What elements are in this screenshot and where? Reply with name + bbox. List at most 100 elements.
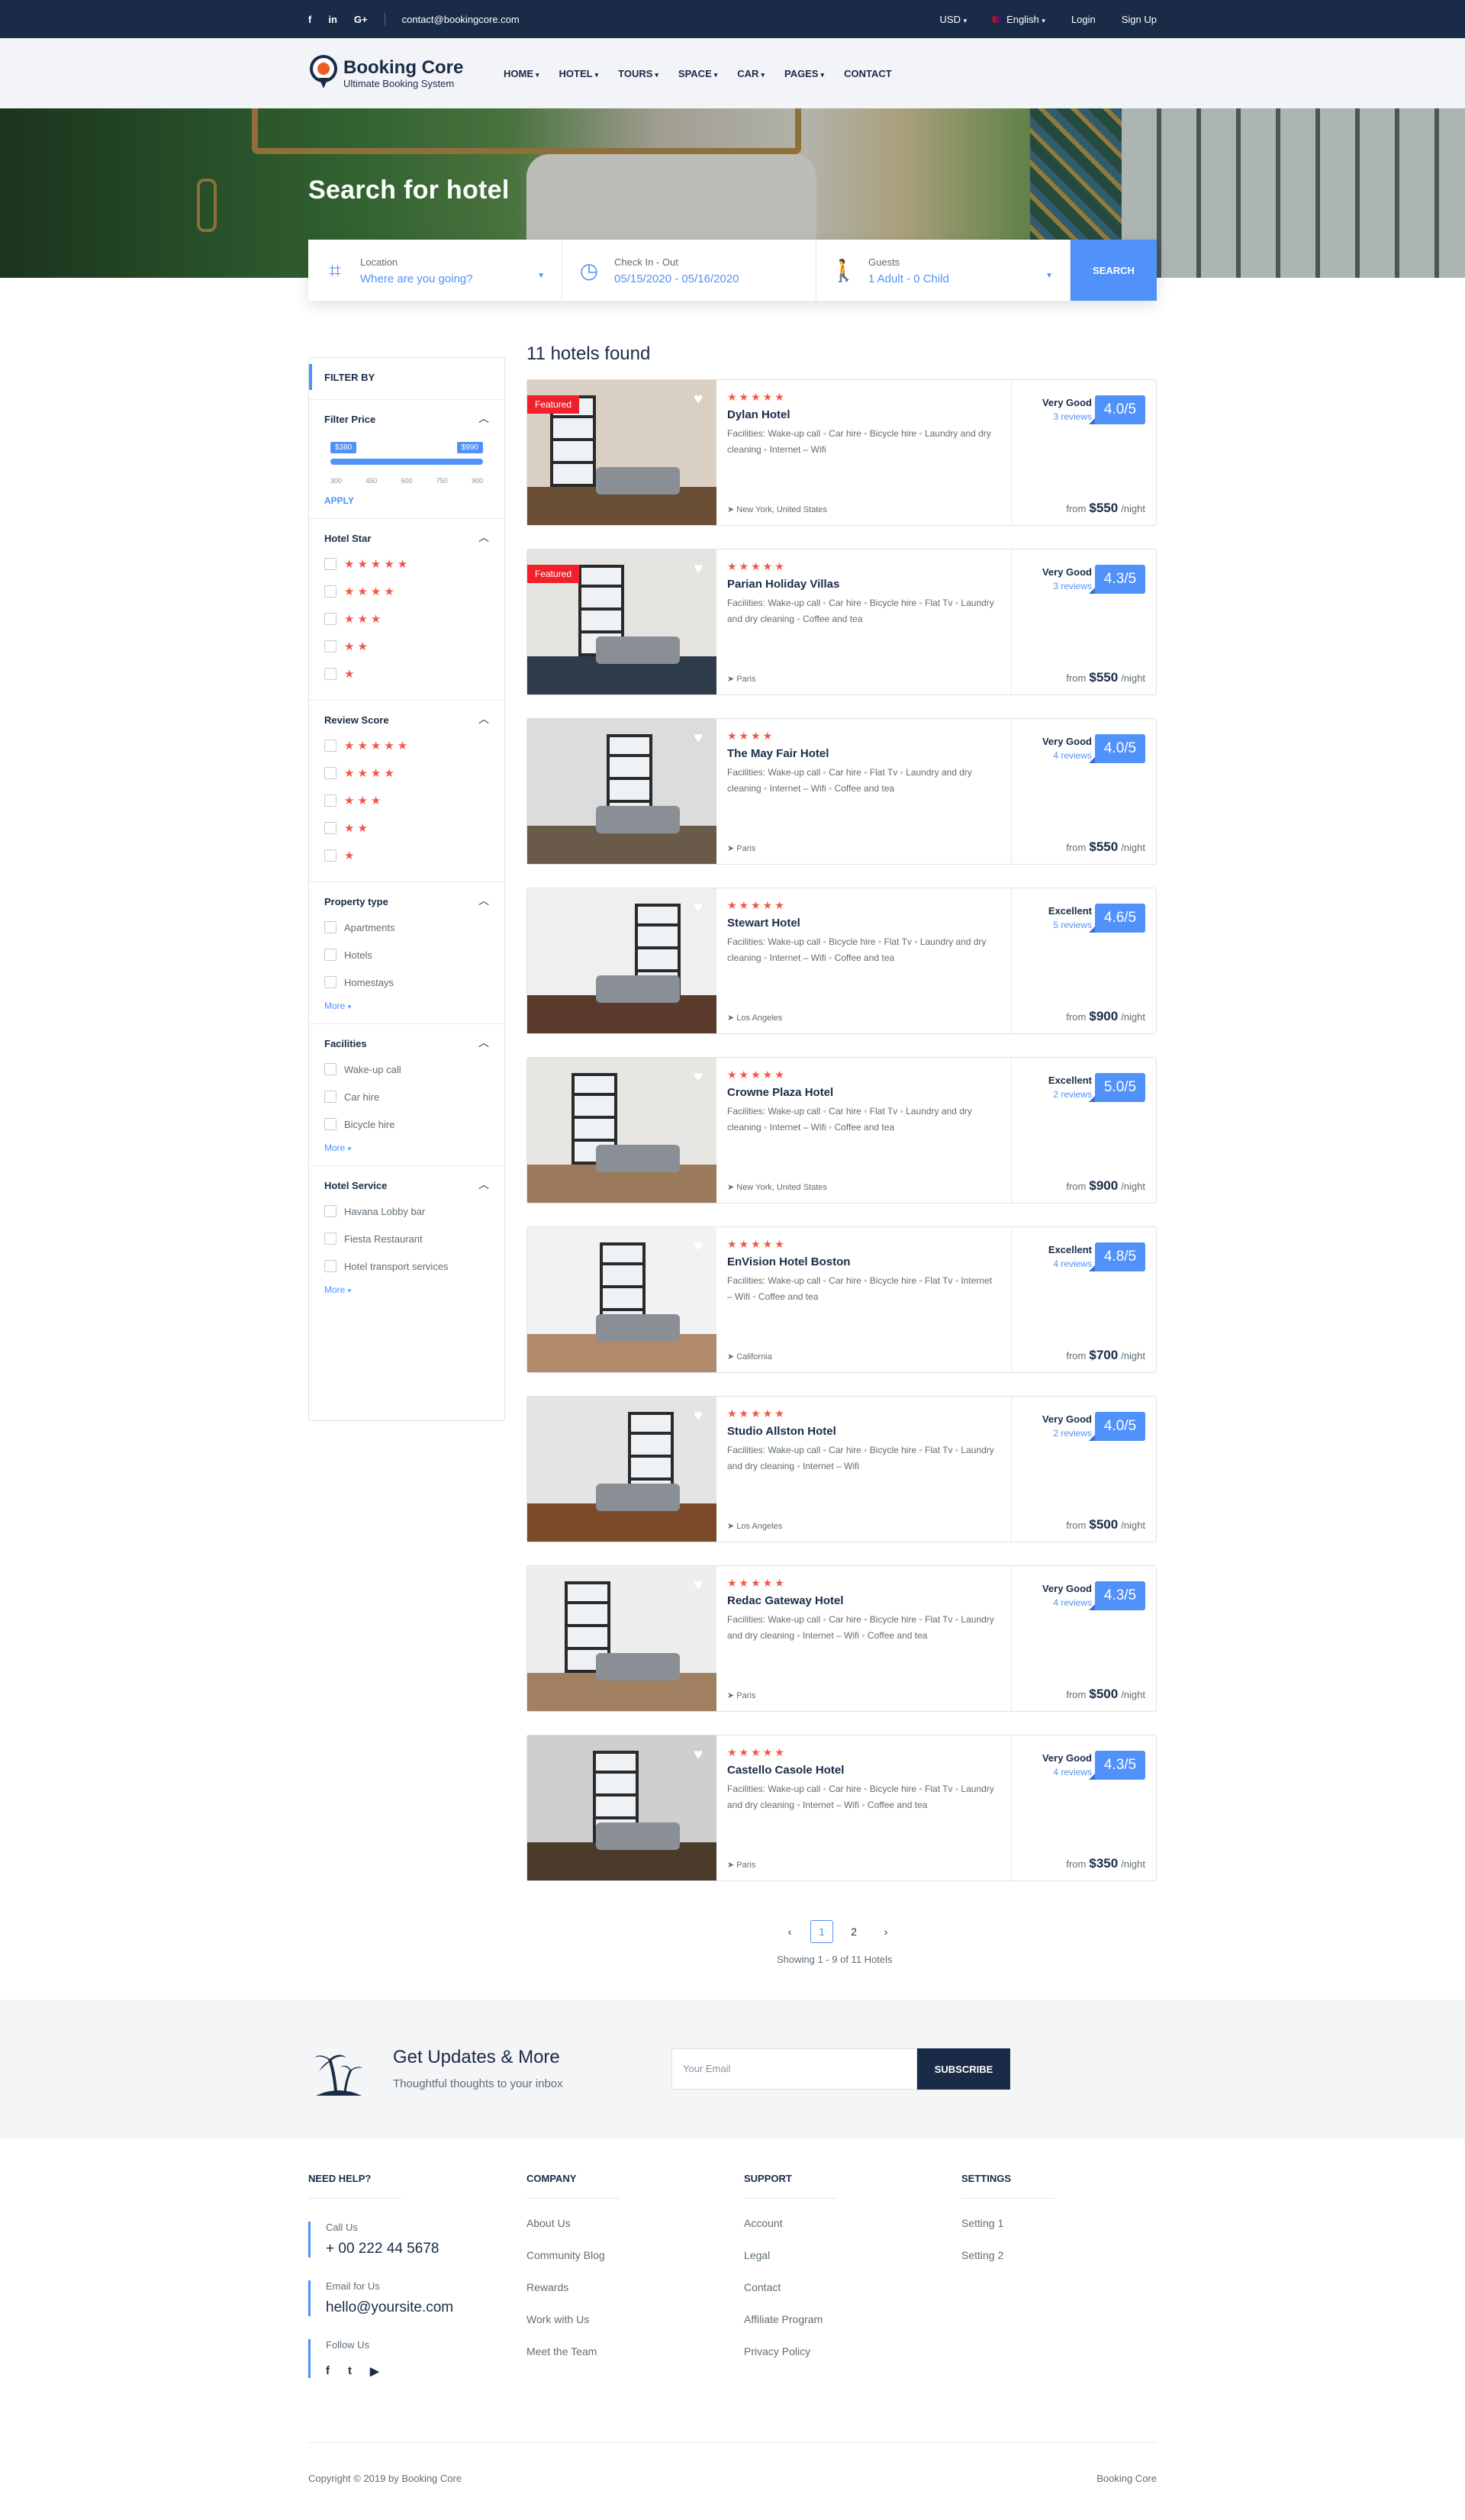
- hotel-name[interactable]: Parian Holiday Villas: [727, 578, 994, 591]
- chevron-up-icon[interactable]: ︿: [478, 1035, 489, 1050]
- checkbox[interactable]: [324, 613, 336, 625]
- company-link[interactable]: Work with Us: [526, 2313, 710, 2325]
- hotel-service-option[interactable]: Fiesta Restaurant: [324, 1225, 489, 1252]
- nav-tours[interactable]: TOURS ▾: [618, 68, 678, 79]
- heart-icon[interactable]: ♥: [694, 1577, 703, 1594]
- property-type-option[interactable]: Homestays: [324, 968, 489, 996]
- checkbox[interactable]: [324, 585, 336, 598]
- company-link[interactable]: Community Blog: [526, 2249, 710, 2261]
- logo[interactable]: Booking Core Ultimate Booking System: [310, 55, 463, 92]
- chevron-up-icon[interactable]: ︿: [478, 530, 489, 545]
- email-value[interactable]: hello@yoursite.com: [326, 2299, 491, 2316]
- company-link[interactable]: Rewards: [526, 2281, 710, 2293]
- hotel-thumbnail[interactable]: ♥: [527, 1735, 716, 1880]
- heart-icon[interactable]: ♥: [694, 1407, 703, 1425]
- review-score-option[interactable]: ★★: [324, 814, 489, 842]
- newsletter-email-input[interactable]: Your Email: [671, 2048, 917, 2090]
- login-link[interactable]: Login: [1071, 14, 1096, 25]
- hotel-name[interactable]: Stewart Hotel: [727, 917, 994, 930]
- youtube-icon[interactable]: ▶: [370, 2364, 379, 2378]
- hotel-thumbnail[interactable]: ♥: [527, 1058, 716, 1203]
- reviews-link[interactable]: 4 reviews: [1042, 750, 1092, 761]
- checkbox[interactable]: [324, 740, 336, 752]
- nav-contact[interactable]: CONTACT: [844, 68, 912, 79]
- hotel-card[interactable]: ♥ ★★★★ The May Fair Hotel Facilities: Wake-…: [526, 718, 1157, 865]
- heart-icon[interactable]: ♥: [694, 1238, 703, 1255]
- checkbox[interactable]: [324, 794, 336, 807]
- subscribe-button[interactable]: SUBSCRIBE: [917, 2048, 1010, 2090]
- facility-option[interactable]: Wake-up call: [324, 1055, 489, 1083]
- checkbox[interactable]: [324, 1091, 336, 1103]
- checkbox[interactable]: [324, 921, 336, 933]
- reviews-link[interactable]: 2 reviews: [1042, 1428, 1092, 1439]
- checkbox[interactable]: [324, 640, 336, 653]
- facility-option[interactable]: Car hire: [324, 1083, 489, 1110]
- nav-space[interactable]: SPACE ▾: [678, 68, 737, 79]
- chevron-up-icon[interactable]: ︿: [478, 1177, 489, 1192]
- location-field[interactable]: ⌗ Location Where are you going? ▼: [308, 240, 562, 301]
- hotel-thumbnail[interactable]: ♥ Featured: [527, 549, 716, 694]
- hotel-name[interactable]: Castello Casole Hotel: [727, 1764, 994, 1777]
- date-range-field[interactable]: ◷ Check In - Out 05/15/2020 - 05/16/2020: [562, 240, 816, 301]
- hotel-card[interactable]: ♥ ★★★★★ Studio Allston Hotel Facilities: Wa…: [526, 1396, 1157, 1542]
- checkbox[interactable]: [324, 949, 336, 961]
- google-plus-icon[interactable]: G+: [354, 14, 368, 25]
- heart-icon[interactable]: ♥: [694, 560, 703, 578]
- review-score-option[interactable]: ★★★★★: [324, 732, 489, 759]
- language-selector[interactable]: English ▾: [993, 14, 1045, 25]
- hotel-thumbnail[interactable]: ♥: [527, 888, 716, 1033]
- nav-pages[interactable]: PAGES ▾: [784, 68, 844, 79]
- settings-link[interactable]: Setting 2: [961, 2249, 1145, 2261]
- hotel-thumbnail[interactable]: ♥: [527, 1397, 716, 1542]
- contact-email-link[interactable]: contact@bookingcore.com: [402, 14, 520, 25]
- checkbox[interactable]: [324, 1205, 336, 1217]
- checkbox[interactable]: [324, 822, 336, 834]
- nav-car[interactable]: CAR ▾: [737, 68, 784, 79]
- guests-field[interactable]: 🚶 Guests 1 Adult - 0 Child ▼: [816, 240, 1071, 301]
- hotel-name[interactable]: The May Fair Hotel: [727, 747, 994, 760]
- hotel-card[interactable]: ♥ ★★★★★ Stewart Hotel Facilities: Wake-up c…: [526, 888, 1157, 1034]
- hotel-card[interactable]: ♥ Featured ★★★★★ Parian Holiday Villas Facil…: [526, 549, 1157, 695]
- more-facilities-link[interactable]: More ▾: [324, 1142, 489, 1153]
- checkbox[interactable]: [324, 1233, 336, 1245]
- hotel-service-option[interactable]: Havana Lobby bar: [324, 1197, 489, 1225]
- hotel-card[interactable]: ♥ ★★★★★ Castello Casole Hotel Facilities: W…: [526, 1735, 1157, 1881]
- nav-hotel[interactable]: HOTEL ▾: [559, 68, 619, 79]
- review-score-option[interactable]: ★: [324, 842, 489, 869]
- reviews-link[interactable]: 5 reviews: [1048, 920, 1092, 930]
- hotel-name[interactable]: Studio Allston Hotel: [727, 1425, 994, 1438]
- heart-icon[interactable]: ♥: [694, 730, 703, 747]
- heart-icon[interactable]: ♥: [694, 1068, 703, 1086]
- call-us-value[interactable]: + 00 222 44 5678: [326, 2241, 491, 2257]
- company-link[interactable]: Meet the Team: [526, 2345, 710, 2357]
- heart-icon[interactable]: ♥: [694, 1746, 703, 1764]
- prev-page-button[interactable]: ‹: [778, 1920, 801, 1943]
- reviews-link[interactable]: 3 reviews: [1042, 581, 1092, 591]
- review-score-option[interactable]: ★★★: [324, 787, 489, 814]
- hotel-card[interactable]: ♥ ★★★★★ Crowne Plaza Hotel Facilities: Wake…: [526, 1057, 1157, 1204]
- checkbox[interactable]: [324, 1118, 336, 1130]
- hotel-star-option[interactable]: ★: [324, 660, 489, 688]
- checkbox[interactable]: [324, 849, 336, 862]
- hotel-card[interactable]: ♥ ★★★★★ EnVision Hotel Boston Facilities: W…: [526, 1226, 1157, 1373]
- review-score-option[interactable]: ★★★★: [324, 759, 489, 787]
- support-link[interactable]: Privacy Policy: [744, 2345, 927, 2357]
- search-button[interactable]: SEARCH: [1071, 240, 1157, 301]
- property-type-option[interactable]: Apartments: [324, 914, 489, 941]
- support-link[interactable]: Contact: [744, 2281, 927, 2293]
- chevron-up-icon[interactable]: ︿: [478, 893, 489, 908]
- page-2-button[interactable]: 2: [842, 1920, 865, 1943]
- hotel-name[interactable]: Dylan Hotel: [727, 408, 994, 421]
- checkbox[interactable]: [324, 767, 336, 779]
- facebook-icon[interactable]: f: [308, 14, 311, 25]
- heart-icon[interactable]: ♥: [694, 899, 703, 917]
- chevron-up-icon[interactable]: ︿: [478, 411, 489, 426]
- checkbox[interactable]: [324, 1063, 336, 1075]
- price-slider-track[interactable]: [330, 459, 483, 465]
- hotel-service-option[interactable]: Hotel transport services: [324, 1252, 489, 1280]
- checkbox[interactable]: [324, 976, 336, 988]
- linkedin-icon[interactable]: in: [328, 14, 337, 25]
- company-link[interactable]: About Us: [526, 2217, 710, 2229]
- more-property-types-link[interactable]: More ▾: [324, 1001, 489, 1011]
- reviews-link[interactable]: 4 reviews: [1042, 1597, 1092, 1608]
